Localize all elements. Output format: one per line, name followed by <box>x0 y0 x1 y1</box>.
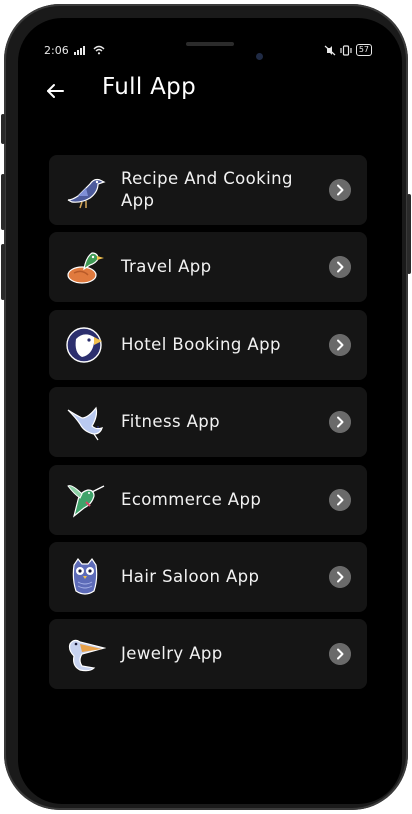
chevron-right-icon[interactable] <box>329 179 351 201</box>
list-item-hair-saloon-app[interactable]: Hair Saloon App <box>49 541 367 612</box>
chevron-right-icon[interactable] <box>329 643 351 666</box>
list-item-travel-app[interactable]: Travel App <box>49 232 367 303</box>
list-item-label: Fitness App <box>121 412 221 432</box>
list-item-jewelry-app[interactable]: Jewelry App <box>49 619 367 690</box>
list-item-label: Hotel Booking App <box>121 334 281 354</box>
status-time: 2:06 <box>44 44 69 57</box>
list-item-label: Ecommerce App <box>121 489 262 509</box>
chevron-right-icon[interactable] <box>329 256 351 279</box>
chevron-right-icon[interactable] <box>329 333 351 356</box>
list-item-fitness-app[interactable]: Fitness App <box>49 387 367 458</box>
mute-switch <box>1 114 5 144</box>
signal-icon <box>74 46 85 55</box>
wifi-icon <box>93 45 105 55</box>
pelican-icon <box>68 640 106 672</box>
header: Full App <box>18 74 402 114</box>
list-item-label: Hair Saloon App <box>121 566 260 586</box>
owl-icon <box>72 557 98 595</box>
bird-icon <box>67 178 106 209</box>
page-title: Full App <box>102 74 196 100</box>
list-item-label: Travel App <box>121 257 212 277</box>
list-item-recipe-and-cooking-app[interactable]: Recipe And Cooking App <box>49 155 367 225</box>
app-list: Recipe And Cooking App Travel App Hotel … <box>49 155 367 697</box>
list-item-hotel-booking-app[interactable]: Hotel Booking App <box>49 309 367 380</box>
chevron-right-icon[interactable] <box>329 411 351 434</box>
list-item-label: Recipe And Cooking App <box>121 169 293 210</box>
screen: 2:06 57 Full App Recipe And Cooking App … <box>18 18 402 804</box>
dove-icon <box>67 406 103 441</box>
hummingbird-icon <box>67 484 105 518</box>
back-arrow-icon[interactable] <box>44 80 66 102</box>
list-item-label: Jewelry App <box>121 644 223 664</box>
list-item-ecommerce-app[interactable]: Ecommerce App <box>49 464 367 535</box>
vibrate-icon <box>340 44 352 56</box>
eagle-icon <box>66 327 102 363</box>
phone-frame: 2:06 57 Full App Recipe And Cooking App … <box>1 4 411 810</box>
status-bar: 2:06 57 <box>18 44 402 60</box>
duck-icon <box>67 252 104 284</box>
chevron-right-icon[interactable] <box>329 565 351 588</box>
chevron-right-icon[interactable] <box>329 488 351 511</box>
battery-indicator: 57 <box>355 44 372 56</box>
volume-up-button <box>1 174 5 230</box>
mute-icon <box>324 45 336 55</box>
power-button <box>407 194 411 274</box>
volume-down-button <box>1 244 5 300</box>
